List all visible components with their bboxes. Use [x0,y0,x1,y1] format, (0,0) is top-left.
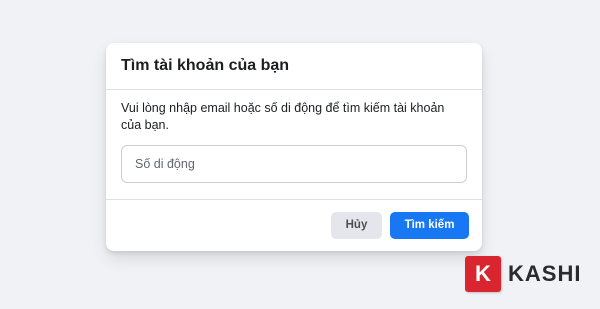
kashi-logo-badge: K [465,256,501,292]
input-wrapper [121,145,467,183]
dialog-header: Tìm tài khoản của bạn [106,43,482,90]
page: Tìm tài khoản của bạn Vui lòng nhập emai… [0,0,600,309]
find-account-dialog: Tìm tài khoản của bạn Vui lòng nhập emai… [106,43,482,251]
kashi-watermark: K KASHI [465,256,581,292]
kashi-logo-text: KASHI [508,261,582,286]
cancel-button[interactable]: Hủy [331,211,382,239]
phone-number-input[interactable] [121,145,467,183]
dialog-title: Tìm tài khoản của bạn [121,57,290,74]
dialog-body: Vui lòng nhập email hoặc số di động để t… [106,90,482,200]
dialog-footer: Hủy Tìm kiếm [106,200,482,250]
search-button[interactable]: Tìm kiếm [390,211,469,239]
dialog-description: Vui lòng nhập email hoặc số di động để t… [121,101,445,132]
